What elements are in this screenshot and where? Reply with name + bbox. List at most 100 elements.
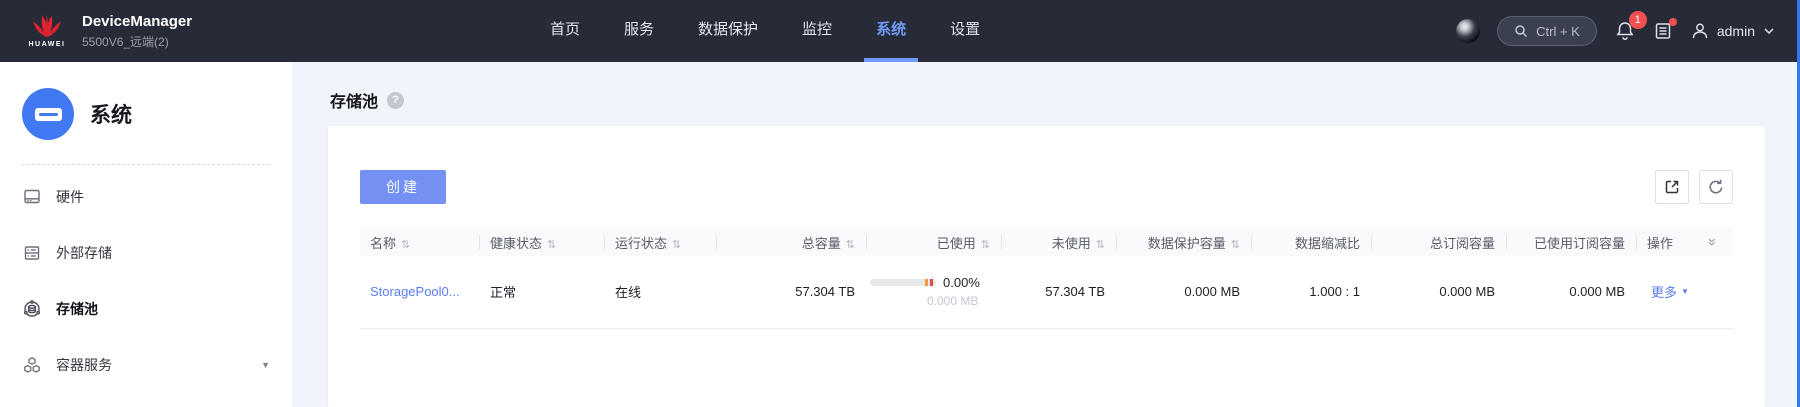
table-header-row: 名称⇅ 健康状态⇅ 运行状态⇅ 总容量⇅ 已使用⇅ 未使用⇅ 数据保护容量⇅ 数…: [360, 228, 1733, 256]
main-area: 存储池 ? 创建: [292, 62, 1800, 407]
used-subscribed-capacity-cell: 0.000 MB: [1507, 256, 1637, 328]
col-header-used-subscribed-capacity: 已使用订阅容量: [1507, 228, 1637, 256]
total-capacity-cell: 57.304 TB: [717, 256, 867, 328]
table-row: StoragePool0... 正常 在线 57.304 TB: [360, 256, 1733, 328]
device-name: 5500V6_远端(2): [82, 33, 192, 50]
caret-down-icon: ▼: [1681, 287, 1689, 296]
running-status-cell: 在线: [605, 256, 717, 328]
page-header: 存储池 ?: [330, 88, 1765, 112]
help-icon[interactable]: ?: [387, 92, 404, 109]
sort-icon: ⇅: [672, 239, 681, 251]
nav-tab-services[interactable]: 服务: [602, 0, 676, 62]
create-button[interactable]: 创建: [360, 170, 446, 204]
notifications-button[interactable]: 1: [1614, 20, 1636, 42]
sort-icon: ⇅: [1231, 239, 1240, 251]
brand-text: DeviceManager 5500V6_远端(2): [82, 13, 192, 50]
huawei-flower-icon: [30, 14, 64, 38]
app-title: DeviceManager: [82, 13, 192, 30]
col-header-health-status[interactable]: 健康状态⇅: [480, 228, 605, 256]
sort-icon: ⇅: [401, 239, 410, 251]
container-service-icon: [22, 355, 42, 375]
warning-threshold-mark: [925, 279, 928, 286]
content-layout: 系统 硬件: [0, 62, 1800, 407]
search-shortcut-label: Ctrl + K: [1536, 24, 1580, 39]
topbar-controls: Ctrl + K 1: [1456, 0, 1776, 62]
sort-icon: ⇅: [846, 239, 855, 251]
col-header-running-status[interactable]: 运行状态⇅: [605, 228, 717, 256]
nav-tab-system[interactable]: 系统: [854, 0, 928, 62]
col-header-expand[interactable]: »: [1693, 228, 1733, 256]
brand: HUAWEI DeviceManager 5500V6_远端(2): [24, 13, 192, 50]
user-icon: [1690, 21, 1710, 41]
nav-tab-data-protection[interactable]: 数据保护: [676, 0, 780, 62]
user-menu[interactable]: admin: [1690, 21, 1776, 41]
notification-count-badge: 1: [1629, 11, 1647, 29]
external-storage-icon: [22, 243, 42, 263]
reduction-ratio-cell: 1.000 : 1: [1252, 256, 1372, 328]
sidebar-item-container-service[interactable]: 容器服务 ▼: [0, 337, 292, 393]
nav-tab-monitoring[interactable]: 监控: [780, 0, 854, 62]
alarm-threshold-mark: [930, 279, 933, 286]
sort-icon: ⇅: [1096, 239, 1105, 251]
col-header-protection-capacity[interactable]: 数据保护容量⇅: [1117, 228, 1252, 256]
health-status-cell: 正常: [480, 256, 605, 328]
expand-caret-icon[interactable]: ▼: [261, 360, 270, 370]
sort-icon: ⇅: [981, 239, 990, 251]
storage-pool-table: 名称⇅ 健康状态⇅ 运行状态⇅ 总容量⇅ 已使用⇅ 未使用⇅ 数据保护容量⇅ 数…: [360, 228, 1733, 329]
sort-icon: ⇅: [547, 239, 556, 251]
username-label: admin: [1717, 23, 1755, 39]
hardware-icon: [22, 187, 42, 207]
more-actions-button[interactable]: 更多 ▼: [1647, 282, 1689, 301]
card-toolbar: 创建: [360, 170, 1733, 204]
sidebar-header: 系统: [0, 62, 292, 140]
search-icon: [1514, 24, 1528, 38]
nav-tab-settings[interactable]: 设置: [928, 0, 1002, 62]
system-module-icon: [22, 88, 74, 140]
used-capacity-bar: [870, 279, 936, 286]
col-header-actions: 操作: [1637, 228, 1693, 256]
page-title: 存储池: [330, 88, 378, 112]
chevron-down-icon: [1762, 24, 1776, 38]
export-button[interactable]: [1655, 170, 1689, 204]
global-search[interactable]: Ctrl + K: [1497, 16, 1597, 46]
top-navbar: HUAWEI DeviceManager 5500V6_远端(2) 首页 服务 …: [0, 0, 1800, 62]
col-header-name[interactable]: 名称⇅: [360, 228, 480, 256]
col-header-free[interactable]: 未使用⇅: [1002, 228, 1117, 256]
device-manager-page: HUAWEI DeviceManager 5500V6_远端(2) 首页 服务 …: [0, 0, 1800, 407]
sidebar-item-hardware[interactable]: 硬件: [0, 169, 292, 225]
protection-capacity-cell: 0.000 MB: [1117, 256, 1252, 328]
refresh-icon: [1707, 178, 1725, 196]
col-header-subscribed-capacity: 总订阅容量: [1372, 228, 1507, 256]
sidebar-item-external-storage[interactable]: 外部存储: [0, 225, 292, 281]
huawei-wordmark: HUAWEI: [24, 41, 70, 48]
theme-toggle-icon[interactable]: [1456, 19, 1480, 43]
sidebar-item-storage-pool[interactable]: 存储池: [0, 281, 292, 337]
subscribed-capacity-cell: 0.000 MB: [1372, 256, 1507, 328]
column-settings-icon: »: [1705, 238, 1721, 246]
col-header-used[interactable]: 已使用⇅: [867, 228, 1002, 256]
primary-nav: 首页 服务 数据保护 监控 系统 设置: [528, 0, 1002, 62]
export-icon: [1663, 178, 1681, 196]
sidebar: 系统 硬件: [0, 62, 292, 407]
free-capacity-cell: 57.304 TB: [1002, 256, 1117, 328]
sidebar-item-label: 外部存储: [56, 243, 112, 263]
sidebar-title: 系统: [90, 99, 132, 129]
sidebar-item-label: 硬件: [56, 187, 84, 207]
event-log-alert-dot: [1669, 18, 1677, 26]
storage-pool-icon: [22, 299, 42, 319]
used-percent-label: 0.00%: [943, 275, 980, 290]
col-header-reduction-ratio: 数据缩减比: [1252, 228, 1372, 256]
nav-tab-home[interactable]: 首页: [528, 0, 602, 62]
huawei-logo-icon: HUAWEI: [24, 14, 70, 48]
sidebar-item-label: 存储池: [56, 299, 98, 319]
sidebar-divider: [22, 164, 270, 165]
pool-name-link[interactable]: StoragePool0...: [370, 284, 460, 299]
event-log-button[interactable]: [1653, 21, 1673, 41]
used-capacity-cell: 0.00% 0.000 MB: [867, 256, 1002, 328]
storage-pool-card: 创建: [328, 126, 1765, 407]
refresh-button[interactable]: [1699, 170, 1733, 204]
sidebar-item-label: 容器服务: [56, 355, 112, 375]
used-amount-label: 0.000 MB: [927, 294, 1002, 308]
col-header-total-capacity[interactable]: 总容量⇅: [717, 228, 867, 256]
card-actions: [1655, 170, 1733, 204]
